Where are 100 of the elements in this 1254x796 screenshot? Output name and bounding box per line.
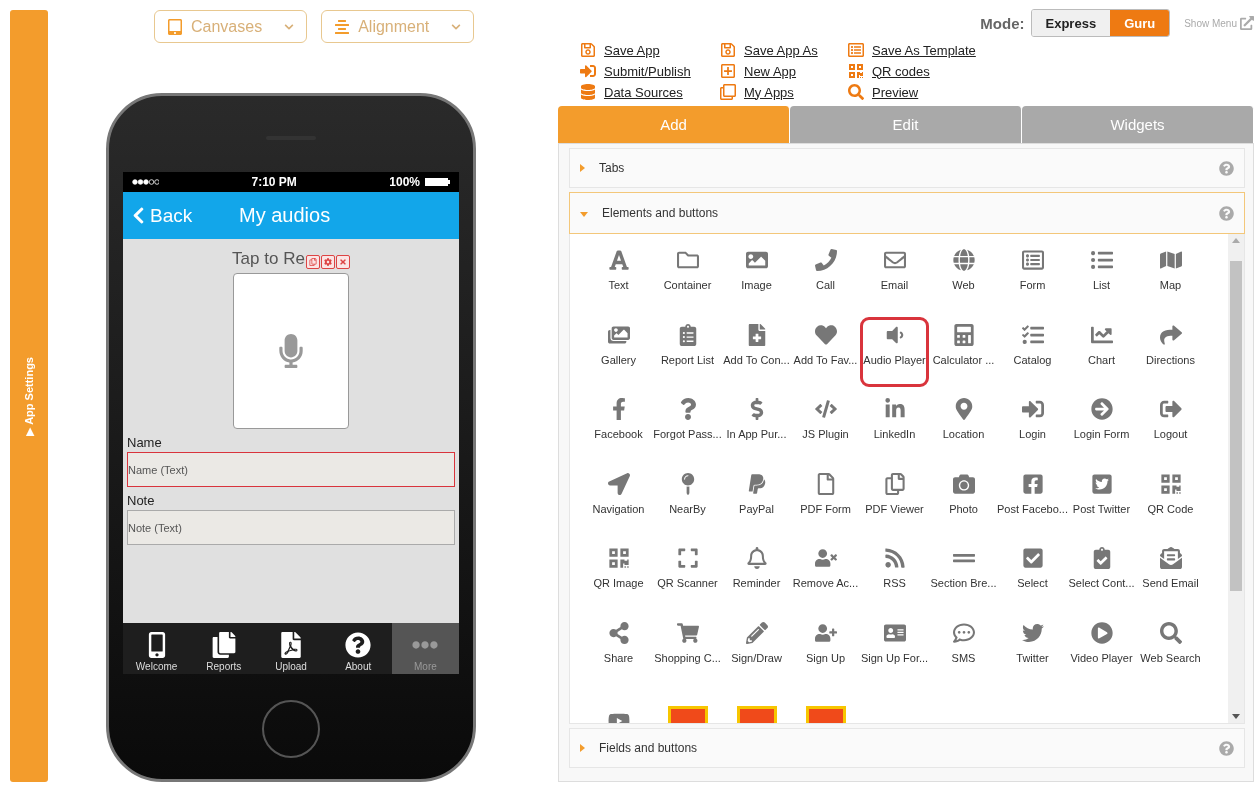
element-item[interactable]: Sign Up [791, 614, 860, 685]
action-link[interactable]: Save App [580, 42, 720, 58]
element-item[interactable]: Report List [653, 316, 722, 387]
action-link[interactable]: QR codes [848, 63, 1048, 79]
element-item[interactable]: Web Search [1136, 614, 1205, 685]
accordion-header[interactable]: Elements and buttons [569, 192, 1245, 234]
arrow-icon [1090, 398, 1113, 420]
tab-bar-item[interactable]: Welcome [123, 623, 191, 674]
element-item[interactable]: QR Image [584, 540, 653, 610]
element-item[interactable]: QR Code [1136, 465, 1205, 536]
element-item[interactable]: Select Cont... [1067, 540, 1136, 610]
scrollbar[interactable] [1228, 234, 1244, 723]
element-item[interactable]: Login Form [1067, 391, 1136, 461]
pdf-icon [278, 632, 304, 658]
element-item[interactable]: Audio Player [860, 316, 929, 387]
copy-icon [720, 84, 736, 100]
map-icon [1159, 249, 1182, 271]
element-label: Image [741, 279, 772, 291]
element-item[interactable]: Twitter [998, 614, 1067, 685]
element-item[interactable]: Chart [1067, 316, 1136, 387]
element-item[interactable]: Select [998, 540, 1067, 610]
element-item[interactable]: Navigation [584, 465, 653, 536]
element-item[interactable]: Photo [929, 465, 998, 536]
element-item[interactable]: SMS [929, 614, 998, 685]
tab-bar-item[interactable]: About [324, 623, 392, 674]
element-item[interactable]: Gallery [584, 316, 653, 387]
tab-bar-item[interactable]: Reports [190, 623, 258, 674]
element-item[interactable]: Web [929, 242, 998, 312]
settings-icon[interactable] [320, 255, 335, 269]
element-item[interactable]: Email [860, 242, 929, 312]
close-icon[interactable] [335, 255, 350, 269]
element-label: Calculator ... [932, 353, 995, 366]
help-icon[interactable] [1219, 205, 1234, 221]
element-item[interactable]: Sign Up For... [860, 614, 929, 685]
element-item[interactable]: Form [998, 242, 1067, 312]
element-item[interactable]: Remove Ac... [791, 540, 860, 610]
action-link[interactable]: Preview [848, 84, 1048, 100]
element-item[interactable]: Add To Con... [722, 316, 791, 387]
action-link[interactable]: Submit/Publish [580, 63, 720, 79]
element-item[interactable]: Location [929, 391, 998, 461]
element-item[interactable]: PDF Viewer [860, 465, 929, 536]
element-item[interactable]: Reminder [722, 540, 791, 610]
element-item[interactable]: List [1067, 242, 1136, 312]
copy-icon[interactable] [305, 255, 320, 269]
devices-icon [167, 18, 183, 35]
action-link[interactable]: Save As Template [848, 42, 1048, 58]
tab-bar-item[interactable]: Upload [257, 623, 325, 674]
element-item[interactable]: Shopping C... [653, 614, 722, 685]
element-label: Shopping C... [654, 651, 721, 664]
element-item[interactable]: Share [584, 614, 653, 685]
input-field[interactable]: Note (Text) [127, 510, 455, 545]
element-label: Directions [1146, 353, 1195, 366]
element-item[interactable]: PDF Form [791, 465, 860, 536]
action-link[interactable]: My Apps [720, 84, 848, 100]
action-link[interactable]: New App [720, 63, 848, 79]
element-item[interactable]: Post Facebo... [998, 465, 1067, 536]
list-icon [848, 42, 864, 58]
element-item[interactable]: Login [998, 391, 1067, 461]
caret-icon [580, 212, 588, 217]
record-label: Tap to Re [232, 249, 305, 269]
mode-option[interactable]: Express [1031, 10, 1111, 36]
element-item[interactable]: NearBy [653, 465, 722, 536]
element-item[interactable]: JS Plugin [791, 391, 860, 461]
help-icon[interactable] [1219, 160, 1234, 176]
element-item[interactable]: Call [791, 242, 860, 312]
element-item[interactable]: Facebook [584, 391, 653, 461]
element-label: Login [1019, 428, 1046, 440]
bell-icon [745, 547, 768, 569]
action-link[interactable]: Data Sources [580, 84, 720, 100]
element-label: In App Pur... [726, 428, 787, 440]
element-item[interactable]: RSS [860, 540, 929, 610]
element-item[interactable]: In App Pur... [722, 391, 791, 461]
chevron-icon [284, 21, 295, 32]
element-item[interactable]: Post Twitter [1067, 465, 1136, 536]
element-item[interactable]: Video Player [1067, 614, 1136, 685]
element-item[interactable]: Calculator ... [929, 316, 998, 387]
accordion-header[interactable]: Tabs [569, 148, 1245, 188]
element-item[interactable]: Send Email [1136, 540, 1205, 610]
element-item[interactable]: LinkedIn [860, 391, 929, 461]
record-button[interactable] [233, 273, 349, 429]
element-item[interactable]: PayPal [722, 465, 791, 536]
globe-icon [952, 249, 975, 271]
element-item[interactable]: Logout [1136, 391, 1205, 461]
element-item[interactable]: Map [1136, 242, 1205, 312]
action-link[interactable]: Save App As [720, 42, 848, 58]
element-item[interactable]: Sign/Draw [722, 614, 791, 685]
element-item[interactable]: Forgot Pass... [653, 391, 722, 461]
input-field[interactable]: Name (Text) [127, 452, 455, 487]
element-item[interactable]: Image [722, 242, 791, 312]
element-item[interactable]: Directions [1136, 316, 1205, 387]
element-label: Sign Up [805, 651, 846, 664]
element-item[interactable]: QR Scanner [653, 540, 722, 610]
element-item[interactable]: Text [584, 242, 653, 312]
element-item[interactable]: Catalog [998, 316, 1067, 387]
element-item[interactable]: Section Bre... [929, 540, 998, 610]
accordion-header[interactable]: Fields and buttons [569, 728, 1245, 768]
element-item[interactable]: Container [653, 242, 722, 312]
element-item[interactable]: Add To Fav... [791, 316, 860, 387]
help-icon[interactable] [1219, 740, 1234, 756]
arrow-box-icon [580, 63, 596, 79]
